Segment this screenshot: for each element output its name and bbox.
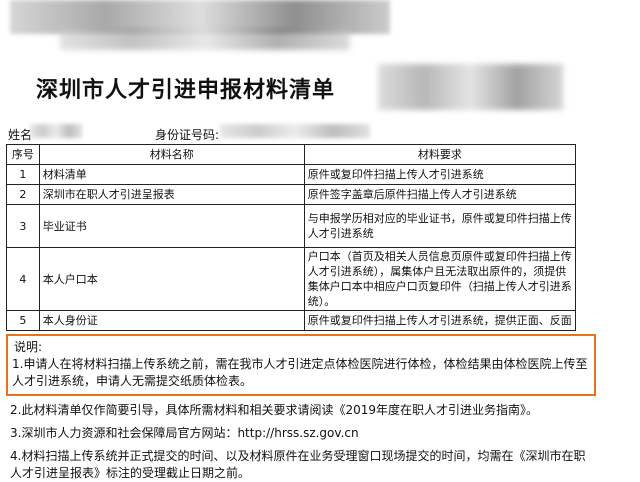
highlighted-note-box: 说明: 1.申请人在将材料扫描上传系统之前，需在我市人才引进定点体检医院进行体检… (6, 334, 596, 396)
table-row: 3 毕业证书 与申报学历相对应的毕业证书，原件或复印件扫描上传人才引进系统 (6, 204, 577, 248)
note-item-4: 4.材料扫描上传系统并正式提交的时间、以及材料原件在业务受理窗口现场提交的时间，… (10, 449, 586, 480)
material-name: 本人身份证 (38, 310, 305, 331)
id-number-label: 身份证号码: (155, 128, 220, 142)
material-requirement: 与申报学历相对应的毕业证书，原件或复印件扫描上传人才引进系统 (303, 204, 577, 248)
materials-table: 序号 材料名称 材料要求 1 材料清单 原件或复印件扫描上传人才引进系统 2 深… (6, 144, 577, 331)
table-row: 5 本人身份证 原件或复印件扫描上传人才引进系统，提供正面、反面 (6, 310, 577, 331)
redacted-header-mosaic-lower (60, 28, 350, 50)
redacted-name (30, 124, 82, 138)
table-header-row: 序号 材料名称 材料要求 (6, 144, 577, 165)
row-number: 4 (6, 247, 40, 311)
material-name: 深圳市在职人才引进呈报表 (38, 184, 305, 205)
material-requirement: 原件签字盖章后原件扫描上传人才引进系统 (303, 184, 577, 205)
redacted-title-mosaic (378, 64, 563, 110)
material-name: 材料清单 (38, 164, 305, 185)
material-requirement: 原件或复印件扫描上传人才引进系统 (303, 164, 577, 185)
row-number: 5 (6, 310, 40, 331)
notes-section: 说明: 1.申请人在将材料扫描上传系统之前，需在我市人才引进定点体检医院进行体检… (6, 333, 596, 482)
row-number: 1 (6, 164, 40, 185)
note-item-1: 1.申请人在将材料扫描上传系统之前，需在我市人才引进定点体检医院进行体检，体检结… (12, 357, 588, 388)
material-requirement: 原件或复印件扫描上传人才引进系统，提供正面、反面 (303, 310, 577, 331)
table-row: 1 材料清单 原件或复印件扫描上传人才引进系统 (6, 164, 577, 185)
note-item-2: 2.此材料清单仅作简要引导，具体所需材料和相关要求请阅读《2019年度在职人才引… (10, 403, 538, 417)
name-label: 姓名 (8, 128, 33, 142)
document-title: 深圳市人才引进申报材料清单 (36, 78, 336, 103)
table-row: 4 本人户口本 户口本（首页及相关人员信息页原件或复印件扫描上传人才引进系统），… (6, 247, 577, 311)
notes-title: 说明: (14, 340, 43, 354)
redacted-id-number (220, 124, 370, 138)
material-name: 本人户口本 (38, 247, 305, 311)
row-number: 3 (6, 204, 40, 248)
header-number: 序号 (6, 144, 40, 165)
material-name: 毕业证书 (38, 204, 305, 248)
header-material-requirement: 材料要求 (303, 144, 577, 165)
row-number: 2 (6, 184, 40, 205)
material-requirement: 户口本（首页及相关人员信息页原件或复印件扫描上传人才引进系统），属集体户且无法取… (303, 247, 577, 311)
header-material-name: 材料名称 (38, 144, 305, 165)
note-item-3: 3.深圳市人力资源和社会保障局官方网站：http://hrss.sz.gov.c… (10, 426, 359, 440)
table-row: 2 深圳市在职人才引进呈报表 原件签字盖章后原件扫描上传人才引进系统 (6, 184, 577, 205)
